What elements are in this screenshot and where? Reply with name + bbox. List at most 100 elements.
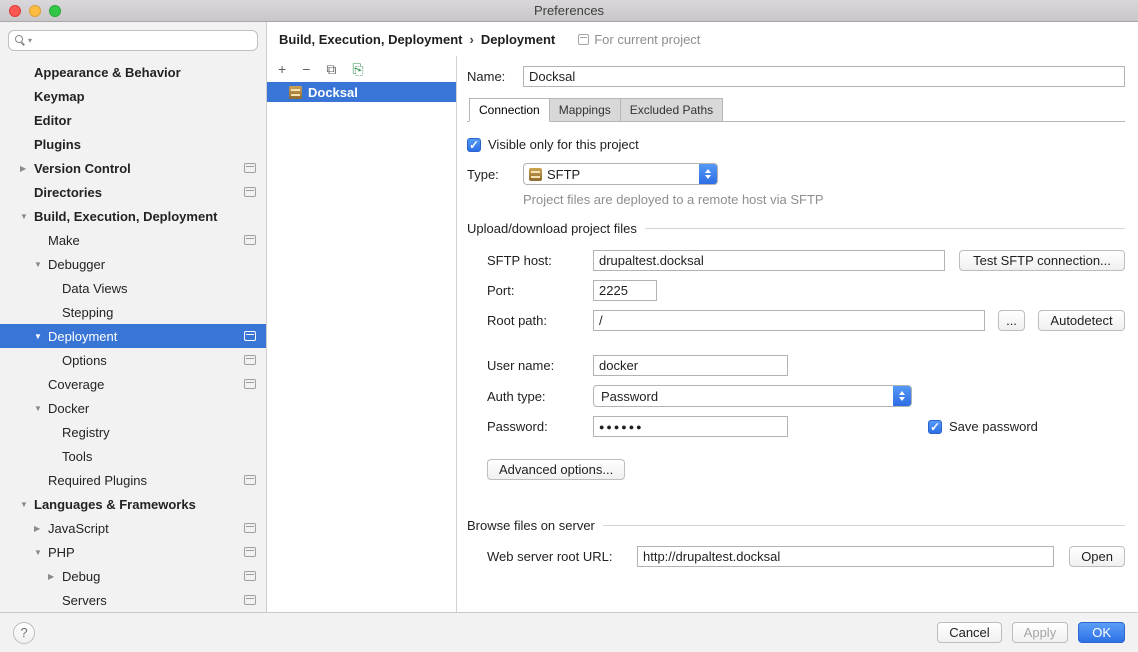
test-sftp-connection-button[interactable]: Test SFTP connection... — [959, 250, 1125, 271]
zoom-button[interactable] — [49, 5, 61, 17]
sidebar-item-label: Make — [48, 233, 80, 248]
breadcrumb-category[interactable]: Build, Execution, Deployment — [279, 32, 462, 47]
sidebar-item-editor[interactable]: Editor — [0, 108, 266, 132]
sidebar-item-version-control[interactable]: ▶Version Control — [0, 156, 266, 180]
chevron-down-icon[interactable]: ▼ — [20, 500, 34, 509]
port-label: Port: — [487, 283, 593, 298]
search-history-chevron-icon[interactable]: ▾ — [28, 37, 32, 45]
sidebar-item-options[interactable]: Options — [0, 348, 266, 372]
shared-settings-icon — [244, 571, 256, 581]
chevron-right-icon[interactable]: ▶ — [34, 524, 48, 533]
sidebar-item-tools[interactable]: Tools — [0, 444, 266, 468]
sidebar-item-data-views[interactable]: Data Views — [0, 276, 266, 300]
shared-settings-icon — [244, 547, 256, 557]
port-input[interactable] — [593, 280, 657, 301]
server-list: Docksal — [267, 82, 456, 102]
search-input[interactable] — [34, 33, 251, 48]
project-scope: For current project — [578, 32, 700, 47]
advanced-options-button[interactable]: Advanced options... — [487, 459, 625, 480]
server-list-panel: + − ⧉ ⎘ Docksal — [267, 56, 457, 612]
shared-settings-icon — [244, 331, 256, 341]
auth-type-dropdown[interactable]: Password — [593, 385, 912, 407]
sidebar-item-label: Coverage — [48, 377, 104, 392]
search-box[interactable]: ▾ — [8, 30, 258, 51]
cancel-button[interactable]: Cancel — [937, 622, 1001, 643]
sidebar-item-coverage[interactable]: Coverage — [0, 372, 266, 396]
shared-settings-icon — [244, 235, 256, 245]
name-input[interactable] — [523, 66, 1125, 87]
shared-settings-icon — [244, 163, 256, 173]
browse-section-title: Browse files on server — [467, 518, 595, 533]
sidebar-item-servers[interactable]: Servers — [0, 588, 266, 612]
sidebar-item-languages-frameworks[interactable]: ▼Languages & Frameworks — [0, 492, 266, 516]
duplicate-icon[interactable]: ⎘ — [352, 62, 363, 76]
browse-root-path-button[interactable]: ... — [998, 310, 1025, 331]
sidebar-item-required-plugins[interactable]: Required Plugins — [0, 468, 266, 492]
sidebar-item-keymap[interactable]: Keymap — [0, 84, 266, 108]
sidebar-item-docker[interactable]: ▼Docker — [0, 396, 266, 420]
sidebar-item-javascript[interactable]: ▶JavaScript — [0, 516, 266, 540]
shared-settings-icon — [244, 475, 256, 485]
close-button[interactable] — [9, 5, 21, 17]
open-button[interactable]: Open — [1069, 546, 1125, 567]
apply-button[interactable]: Apply — [1012, 622, 1069, 643]
web-server-root-input[interactable] — [637, 546, 1054, 567]
deployment-form: Name: ConnectionMappingsExcluded Paths V… — [457, 56, 1138, 612]
help-button[interactable]: ? — [13, 622, 35, 644]
sidebar-item-php[interactable]: ▼PHP — [0, 540, 266, 564]
remove-icon[interactable]: − — [302, 62, 310, 76]
sidebar-item-appearance-behavior[interactable]: Appearance & Behavior — [0, 60, 266, 84]
sidebar-item-build-execution-deployment[interactable]: ▼Build, Execution, Deployment — [0, 204, 266, 228]
autodetect-button[interactable]: Autodetect — [1038, 310, 1125, 331]
sidebar-item-label: Options — [62, 353, 107, 368]
add-icon[interactable]: + — [278, 62, 286, 76]
sidebar-item-directories[interactable]: Directories — [0, 180, 266, 204]
chevron-down-icon[interactable]: ▼ — [34, 260, 48, 269]
sidebar-item-label: Debugger — [48, 257, 105, 272]
root-path-label: Root path: — [487, 313, 593, 328]
root-path-input[interactable] — [593, 310, 985, 331]
visible-only-checkbox[interactable] — [467, 138, 481, 152]
settings-sidebar: ▾ Appearance & BehaviorKeymapEditorPlugi… — [0, 22, 267, 612]
window-title: Preferences — [0, 3, 1138, 18]
user-name-input[interactable] — [593, 355, 788, 376]
sidebar-item-plugins[interactable]: Plugins — [0, 132, 266, 156]
project-scope-label: For current project — [594, 32, 700, 47]
current-project-icon — [578, 34, 589, 45]
password-input[interactable] — [593, 416, 788, 437]
sidebar-item-label: Version Control — [34, 161, 131, 176]
sidebar-item-make[interactable]: Make — [0, 228, 266, 252]
chevron-down-icon[interactable]: ▼ — [20, 212, 34, 221]
shared-settings-icon — [244, 355, 256, 365]
chevron-right-icon[interactable]: ▶ — [48, 572, 62, 581]
name-label: Name: — [467, 69, 523, 84]
save-password-checkbox[interactable] — [928, 420, 942, 434]
sidebar-item-debugger[interactable]: ▼Debugger — [0, 252, 266, 276]
visible-only-label: Visible only for this project — [488, 137, 639, 152]
sidebar-item-deployment[interactable]: ▼Deployment — [0, 324, 266, 348]
ok-button[interactable]: OK — [1078, 622, 1125, 643]
copy-icon[interactable]: ⧉ — [326, 62, 336, 76]
chevron-down-icon[interactable]: ▼ — [34, 548, 48, 557]
section-divider — [603, 525, 1125, 526]
tab-excluded-paths[interactable]: Excluded Paths — [620, 98, 723, 122]
tab-mappings[interactable]: Mappings — [549, 98, 621, 122]
type-label: Type: — [467, 167, 523, 182]
sidebar-tree: Appearance & BehaviorKeymapEditorPlugins… — [0, 57, 266, 612]
sidebar-item-label: Deployment — [48, 329, 117, 344]
server-list-item[interactable]: Docksal — [267, 82, 456, 102]
sidebar-item-label: Languages & Frameworks — [34, 497, 196, 512]
chevron-down-icon[interactable]: ▼ — [34, 332, 48, 341]
sftp-server-icon — [529, 168, 542, 181]
sidebar-item-registry[interactable]: Registry — [0, 420, 266, 444]
sidebar-item-debug[interactable]: ▶Debug — [0, 564, 266, 588]
tab-connection[interactable]: Connection — [469, 98, 550, 122]
minimize-button[interactable] — [29, 5, 41, 17]
sidebar-item-stepping[interactable]: Stepping — [0, 300, 266, 324]
chevron-right-icon[interactable]: ▶ — [20, 164, 34, 173]
sidebar-item-label: Stepping — [62, 305, 113, 320]
chevron-down-icon[interactable]: ▼ — [34, 404, 48, 413]
type-dropdown[interactable]: SFTP — [523, 163, 718, 185]
save-password-label: Save password — [949, 419, 1038, 434]
sftp-host-input[interactable] — [593, 250, 945, 271]
